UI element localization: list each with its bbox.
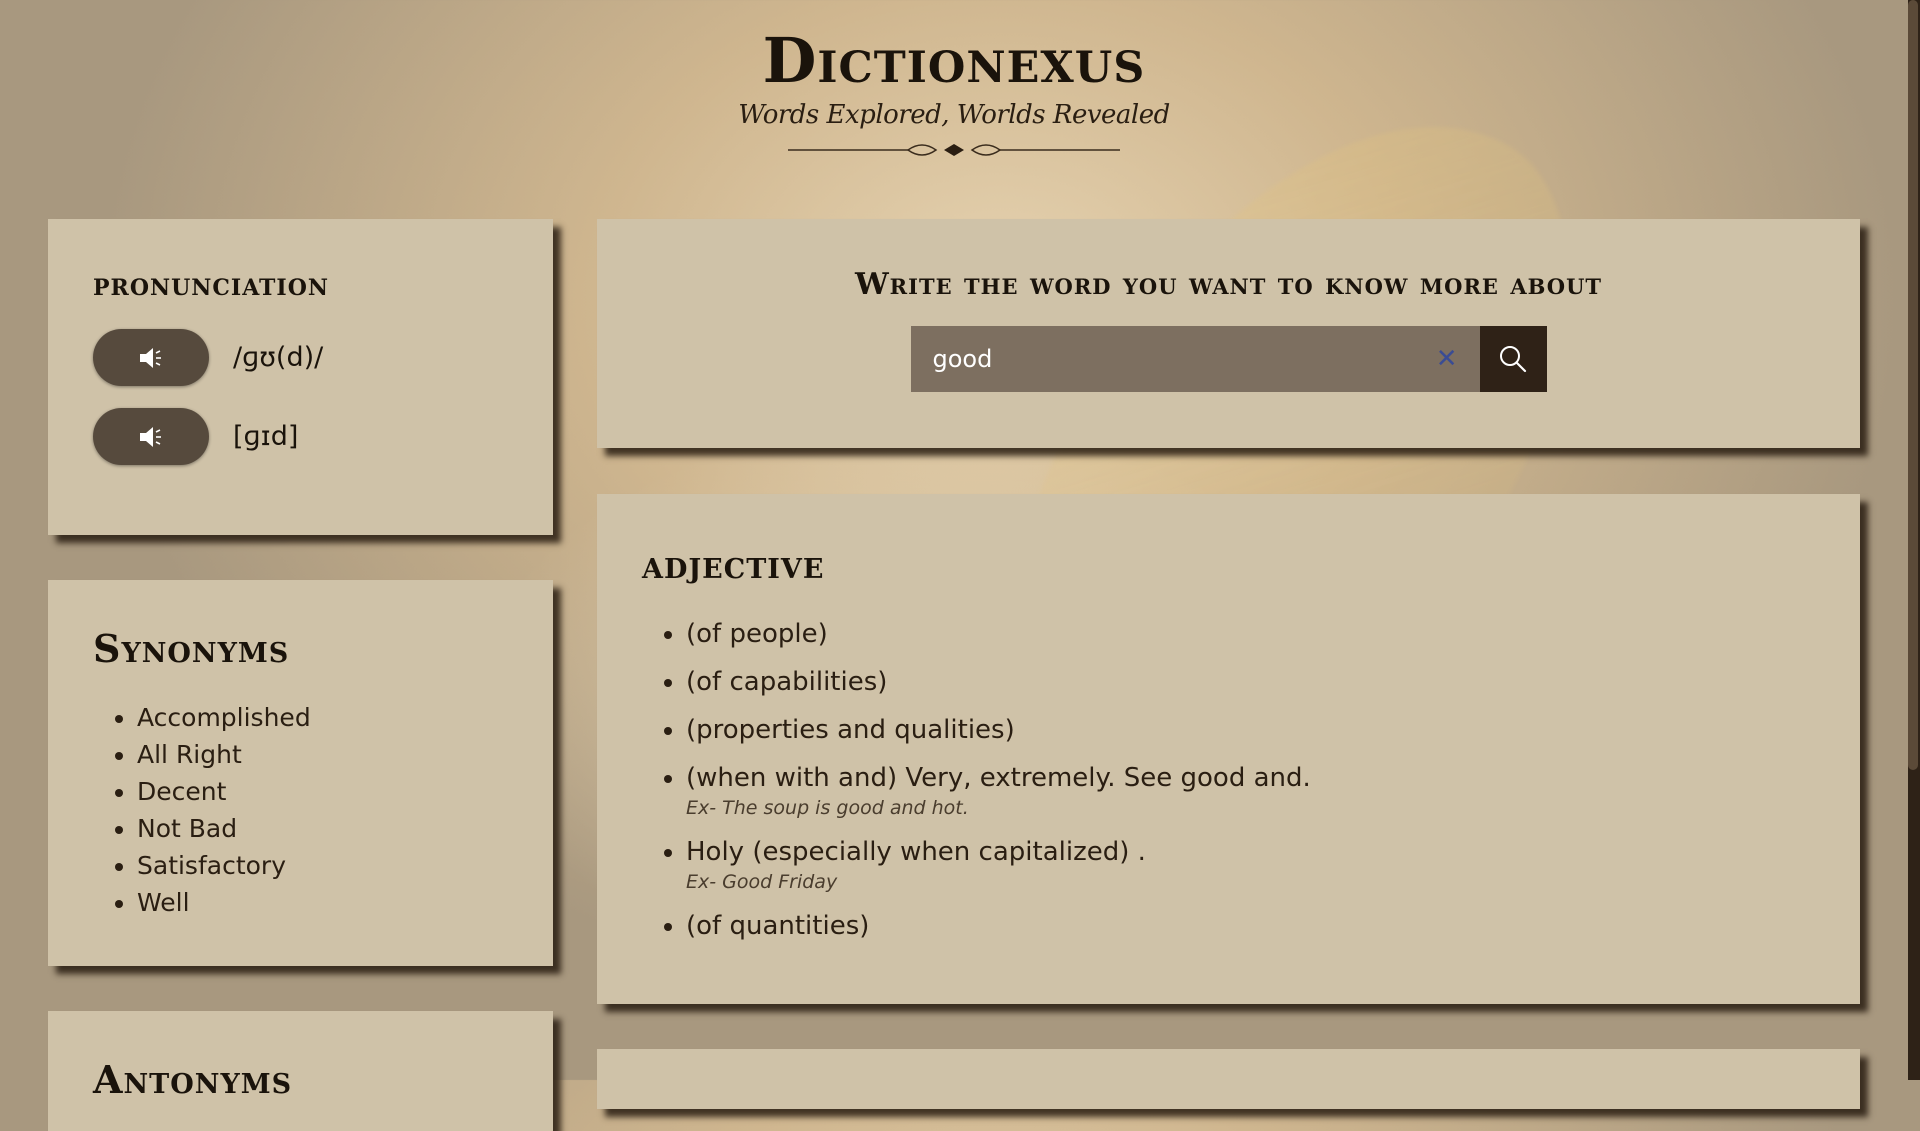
- pronunciation-row: [ɡɪd]: [93, 408, 508, 465]
- definition-text: (of people): [686, 619, 828, 649]
- synonyms-heading: Synonyms: [93, 626, 290, 671]
- definition-example: Ex- Good Friday: [686, 871, 838, 893]
- search-bar: ✕: [597, 326, 1860, 392]
- definition-item: (when with and) Very, extremely. See goo…: [686, 761, 1815, 821]
- definition-card: adjective (of people) (of capabilities) …: [597, 494, 1860, 1004]
- flourish-divider: [788, 144, 1120, 156]
- pronunciation-ipa: [ɡɪd]: [233, 421, 299, 452]
- synonym-item[interactable]: Decent: [137, 773, 508, 810]
- antonyms-card: Antonyms: [48, 1011, 553, 1131]
- synonym-item[interactable]: Not Bad: [137, 810, 508, 847]
- definition-text: Holy (especially when capitalized) .: [686, 837, 1146, 867]
- pronunciation-row: /ɡʊ(d)/: [93, 329, 508, 386]
- search-heading: Write the word you want to know more abo…: [854, 267, 1603, 302]
- site-tagline: Words Explored, Worlds Revealed: [738, 100, 1170, 130]
- pronunciation-card: pronunciation /ɡʊ(d)/ [ɡɪd]: [48, 219, 553, 535]
- play-pronunciation-button[interactable]: [93, 408, 209, 465]
- definition-item: (of capabilities): [686, 665, 1815, 699]
- synonym-item[interactable]: All Right: [137, 736, 508, 773]
- definition-text: (properties and qualities): [686, 715, 1015, 745]
- close-icon[interactable]: ✕: [1436, 344, 1458, 374]
- definition-list: (of people) (of capabilities) (propertie…: [642, 617, 1815, 943]
- search-icon: [1500, 346, 1527, 373]
- definition-item: (of people): [686, 617, 1815, 651]
- next-card: [597, 1049, 1860, 1109]
- part-of-speech-heading: adjective: [642, 542, 825, 587]
- definition-item: (of quantities): [686, 909, 1815, 943]
- synonym-item[interactable]: Well: [137, 884, 508, 921]
- definition-text: (when with and) Very, extremely. See goo…: [686, 763, 1311, 793]
- speaker-icon: [140, 347, 161, 368]
- synonyms-card: Synonyms Accomplished All Right Decent N…: [48, 580, 553, 966]
- definition-item: Holy (especially when capitalized) . Ex-…: [686, 835, 1815, 895]
- site-logo[interactable]: Dictionexus: [0, 30, 1908, 92]
- pronunciation-heading: pronunciation: [93, 267, 329, 303]
- search-button[interactable]: [1479, 326, 1547, 392]
- pronunciation-ipa: /ɡʊ(d)/: [233, 342, 324, 373]
- site-header: Dictionexus Words Explored, Worlds Revea…: [0, 30, 1908, 162]
- definition-text: (of capabilities): [686, 667, 888, 697]
- synonyms-list: Accomplished All Right Decent Not Bad Sa…: [93, 699, 508, 921]
- scrollbar-thumb[interactable]: [1908, 0, 1918, 770]
- synonym-item[interactable]: Accomplished: [137, 699, 508, 736]
- speaker-icon: [140, 426, 161, 447]
- synonym-item[interactable]: Satisfactory: [137, 847, 508, 884]
- search-input[interactable]: [932, 345, 1426, 373]
- play-pronunciation-button[interactable]: [93, 329, 209, 386]
- page-scrollbar[interactable]: [1908, 0, 1920, 1080]
- definition-text: (of quantities): [686, 911, 870, 941]
- definition-item: (properties and qualities): [686, 713, 1815, 747]
- search-field: ✕: [910, 326, 1480, 392]
- definition-example: Ex- The soup is good and hot.: [686, 797, 969, 819]
- search-card: Write the word you want to know more abo…: [597, 219, 1860, 448]
